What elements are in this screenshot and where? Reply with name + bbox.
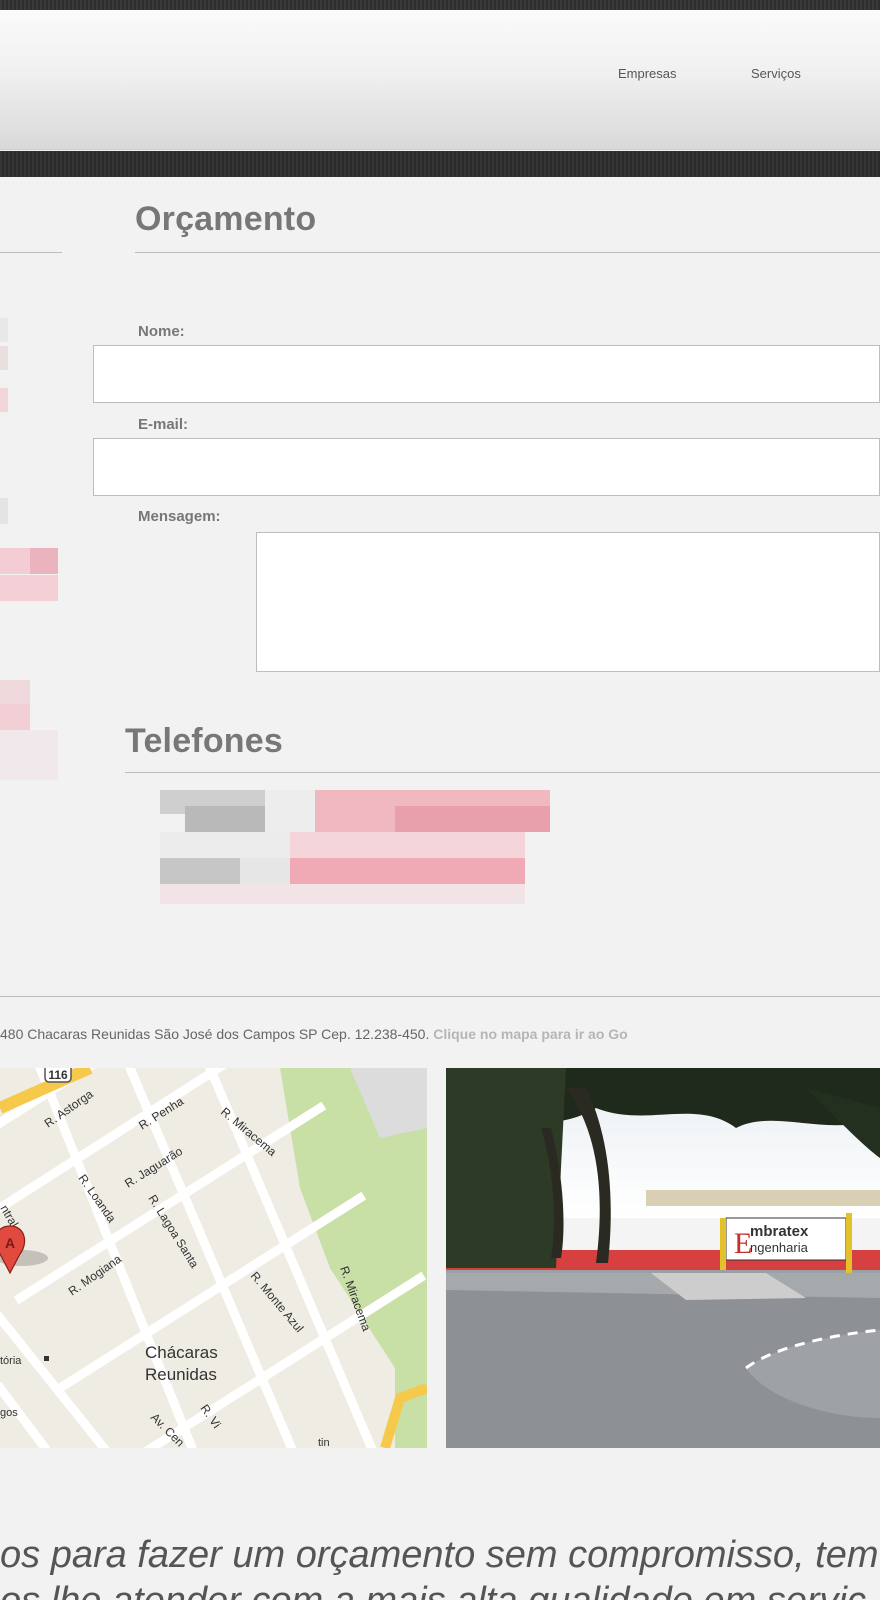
nav-link-empresas[interactable]: Empresas	[618, 66, 677, 81]
tagline: os para fazer um orçamento sem compromis…	[0, 1532, 880, 1600]
email-field[interactable]	[93, 438, 880, 496]
footer-rule	[0, 996, 880, 997]
telefones-rule	[125, 772, 880, 773]
area-name-line1: Chácaras	[145, 1343, 218, 1362]
map-marker-icon: A	[5, 1235, 15, 1251]
telefones-title: Telefones	[125, 722, 283, 760]
message-field[interactable]	[256, 532, 880, 672]
svg-text:tória: tória	[0, 1355, 22, 1367]
site-header: Empresas Serviços	[0, 10, 880, 150]
dark-divider-bar	[0, 151, 880, 177]
message-label: Mensagem:	[138, 508, 221, 525]
tagline-line1: os para fazer um orçamento sem compromis…	[0, 1534, 879, 1576]
email-label: E-mail:	[138, 416, 189, 433]
svg-text:gos: gos	[0, 1407, 18, 1419]
top-stripe	[0, 0, 880, 10]
nav-link-servicos[interactable]: Serviços	[751, 66, 801, 81]
sign-line1: mbratex	[750, 1223, 809, 1240]
tagline-line2: os lhe atender com a mais alta qualidade…	[0, 1578, 880, 1600]
sign-line2: ngenharia	[750, 1240, 809, 1255]
company-photo: E mbratex ngenharia	[446, 1068, 880, 1448]
route-badge: 116	[48, 1068, 68, 1082]
left-column-rule	[0, 252, 62, 253]
name-field[interactable]	[93, 345, 880, 403]
address-text: 480 Chacaras Reunidas São José dos Campo…	[0, 1026, 434, 1042]
orcamento-title: Orçamento	[135, 200, 317, 238]
address-line: 480 Chacaras Reunidas São José dos Campo…	[0, 1026, 628, 1042]
orcamento-rule	[135, 252, 880, 253]
name-label: Nome:	[138, 323, 185, 340]
svg-text:tin: tin	[318, 1437, 330, 1448]
area-name-line2: Reunidas	[145, 1365, 217, 1384]
location-map[interactable]: 116 R. Astorga R. Penha R. Miracema R. L…	[0, 1068, 427, 1448]
map-hint-link[interactable]: Clique no mapa para ir ao Go	[433, 1026, 627, 1042]
